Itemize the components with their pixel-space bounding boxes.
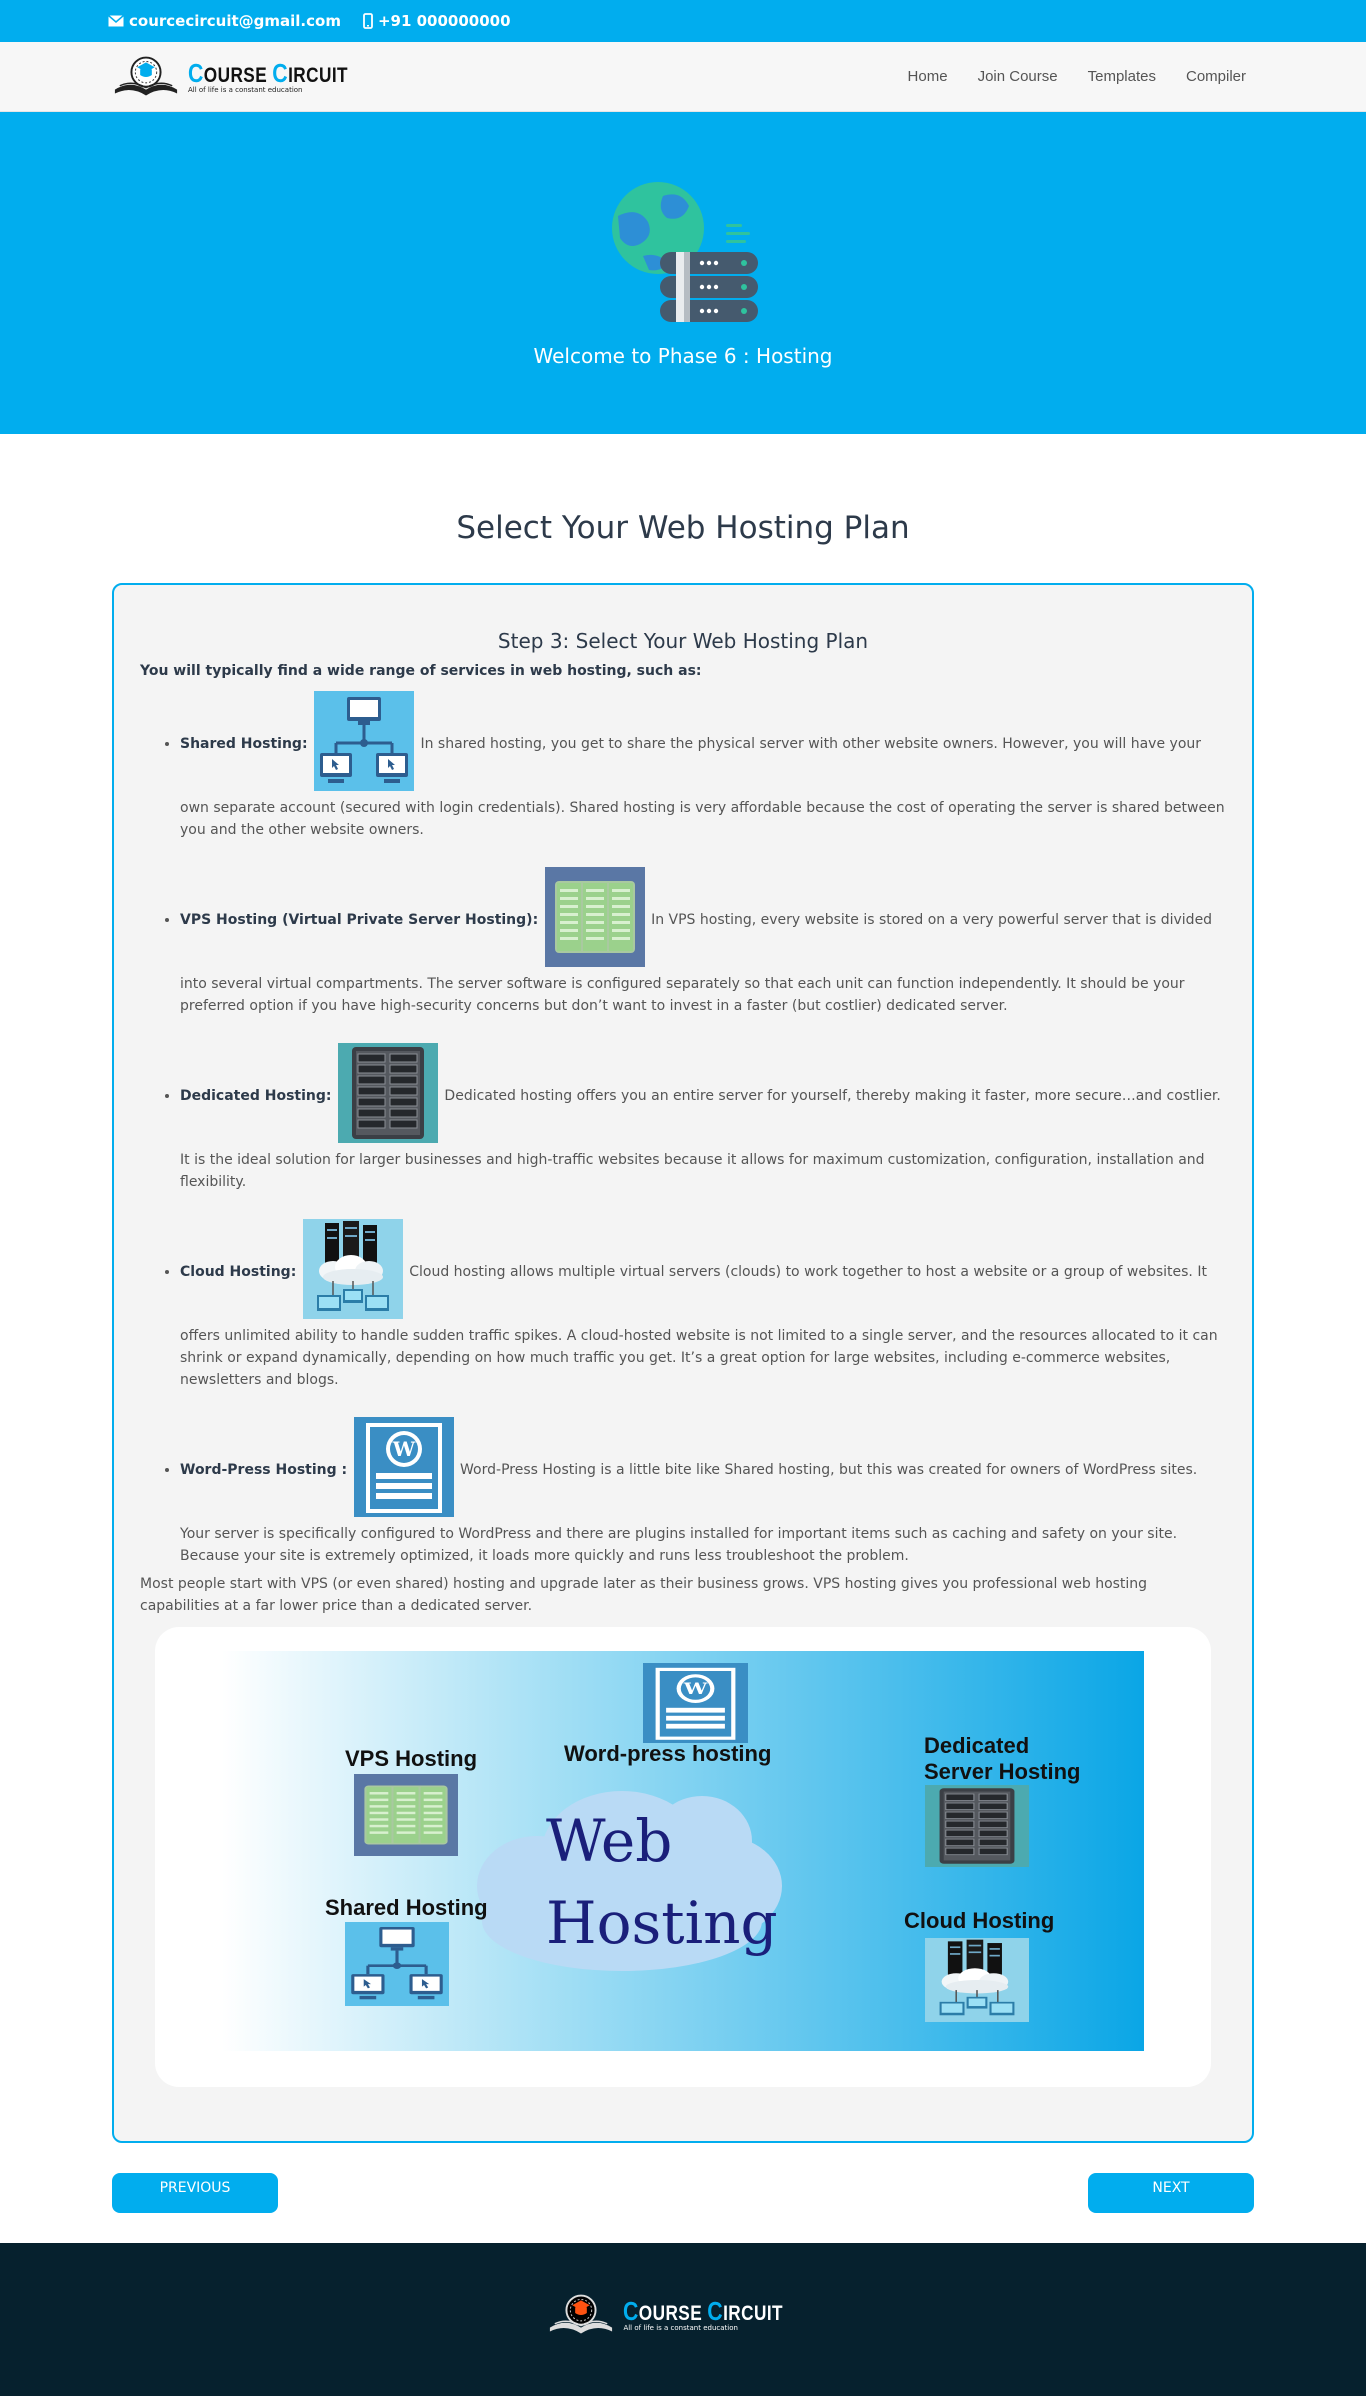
banner-wordpress-label: Word-press hosting [564,1741,771,1766]
hosting-plan-list: Shared Hosting: In shared hosting, you g… [140,691,1226,1567]
footer-logo[interactable]: COURSE CIRCUIT All of life is a constant… [547,2292,818,2338]
hero-banner: Welcome to Phase 6 : Hosting [0,112,1366,434]
nav-item-home[interactable]: Home [908,68,948,85]
dedicated-hosting-icon [338,1043,438,1143]
banner-hosting-text: Hosting [546,1889,778,1957]
banner-dedicated-label-1: Dedicated [924,1733,1029,1758]
email-contact[interactable]: courcecircuit@gmail.com [108,12,341,30]
email-text[interactable]: courcecircuit@gmail.com [129,12,341,30]
plan-name: VPS Hosting (Virtual Private Server Host… [180,912,539,928]
top-contact-bar: courcecircuit@gmail.com +91 000000000 [0,0,1366,42]
list-item-vps-hosting: VPS Hosting (Virtual Private Server Host… [180,867,1226,1017]
footer-brand-tagline: All of life is a constant education [623,2323,738,2332]
step-title: Step 3: Select Your Web Hosting Plan [497,629,869,653]
banner-cloud-label: Cloud Hosting [904,1908,1054,1933]
phone-contact[interactable]: +91 000000000 [363,12,511,30]
banner-cloud-icon [925,1938,1029,2022]
banner-shared-icon [345,1922,449,2006]
banner-shared-label: Shared Hosting [325,1895,488,1920]
plan-description: Dedicated hosting offers you an entire s… [180,1088,1221,1190]
list-item-shared-hosting: Shared Hosting: In shared hosting, you g… [180,691,1226,841]
hosting-plan-card: Step 3: Select Your Web Hosting Plan You… [112,583,1254,2143]
list-item-wordpress-hosting: Word-Press Hosting : Word-Press Hosting … [180,1417,1226,1567]
nav-menu: Home Join Course Templates Compiler [908,68,1246,85]
plan-name: Word-Press Hosting : [180,1462,348,1478]
brand-logo-icon [112,54,180,100]
web-hosting-banner-image: Web Hosting VPS Hosting Word-press hosti… [222,1651,1144,2051]
banner-dedicated-icon [925,1785,1029,1867]
plan-name: Cloud Hosting: [180,1264,297,1280]
web-hosting-banner-frame: Web Hosting VPS Hosting Word-press hosti… [155,1627,1211,2087]
list-item-cloud-hosting: Cloud Hosting: Cloud hosting allows mult… [180,1219,1226,1391]
plan-name: Shared Hosting: [180,736,308,752]
main-navbar: COURSE CIRCUIT All of life is a constant… [0,42,1366,112]
shared-hosting-icon [314,691,414,791]
phone-text[interactable]: +91 000000000 [378,12,511,30]
banner-vps-label: VPS Hosting [345,1746,477,1771]
brand-title: COURSE CIRCUIT [188,57,348,88]
brand-logo[interactable]: COURSE CIRCUIT All of life is a constant… [112,54,383,100]
envelope-icon [108,15,124,27]
next-button[interactable]: NEXT [1088,2173,1254,2213]
banner-vps-icon [354,1774,458,1856]
nav-item-compiler[interactable]: Compiler [1186,68,1246,85]
page-title: Select Your Web Hosting Plan [456,510,910,546]
footer-logo-icon [547,2292,615,2338]
outro-text: Most people start with VPS (or even shar… [140,1576,1148,1614]
previous-button[interactable]: PREVIOUS [112,2173,278,2213]
brand-tagline: All of life is a constant education [188,85,303,94]
vps-hosting-icon [545,867,645,967]
mobile-phone-icon [363,13,373,29]
list-item-dedicated-hosting: Dedicated Hosting: Dedicated hosting off… [180,1043,1226,1193]
cloud-hosting-icon [303,1219,403,1319]
footer-brand-title: COURSE CIRCUIT [623,2295,784,2326]
banner-wordpress-icon [643,1663,748,1743]
site-footer: COURSE CIRCUIT All of life is a constant… [0,2243,1366,2396]
plan-name: Dedicated Hosting: [180,1088,332,1104]
banner-dedicated-label-2: Server Hosting [924,1759,1081,1784]
hero-title: Welcome to Phase 6 : Hosting [533,344,833,368]
intro-text: You will typically find a wide range of … [140,663,702,679]
globe-server-icon [612,182,758,322]
banner-web-text: Web [546,1807,672,1875]
nav-item-templates[interactable]: Templates [1088,68,1156,85]
wordpress-hosting-icon [354,1417,454,1517]
pagination-buttons: PREVIOUS NEXT [112,2173,1254,2213]
nav-item-join-course[interactable]: Join Course [978,68,1058,85]
